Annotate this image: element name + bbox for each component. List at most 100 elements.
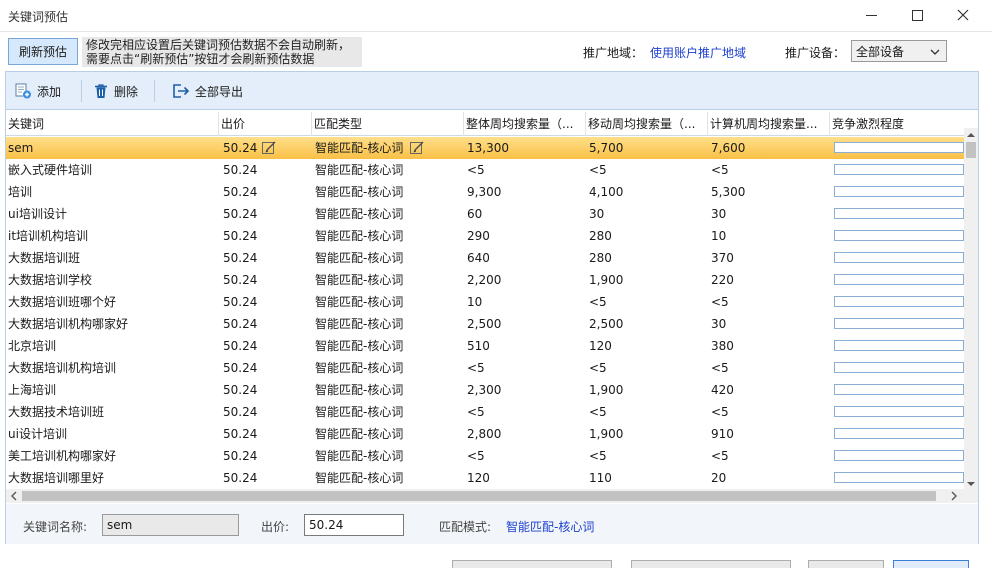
cell-match-type: 智能匹配-核心词	[315, 427, 404, 441]
competition-bar	[834, 208, 964, 219]
bottom-button[interactable]	[452, 560, 612, 568]
cell-mobile-search: 120	[589, 339, 612, 353]
cell-match-type: 智能匹配-核心词	[315, 383, 404, 397]
edit-pencil-icon[interactable]	[409, 140, 425, 156]
table-row[interactable]: 大数据培训班 50.24 智能匹配-核心词 640 280 370	[6, 247, 964, 269]
export-icon	[173, 84, 190, 98]
column-header-bid[interactable]: 出价	[219, 112, 312, 136]
minimize-button[interactable]	[848, 0, 894, 30]
column-header-mobile-search[interactable]: 移动周均搜索量（...	[586, 112, 708, 136]
column-header-match-type[interactable]: 匹配类型	[312, 112, 464, 136]
scroll-left-icon[interactable]	[10, 491, 18, 501]
table-row[interactable]: 大数据培训哪里好 50.24 智能匹配-核心词 120 110 20	[6, 467, 964, 489]
cell-keyword: sem	[8, 141, 34, 155]
cell-match-type: 智能匹配-核心词	[315, 273, 404, 287]
maximize-button[interactable]	[894, 0, 940, 30]
scroll-down-icon[interactable]	[967, 480, 975, 488]
cell-pc-search: <5	[711, 405, 729, 419]
cell-bid: 50.24	[223, 471, 258, 485]
column-header-pc-search[interactable]: 计算机周均搜索量...	[708, 112, 830, 136]
table-row[interactable]: 培训 50.24 智能匹配-核心词 9,300 4,100 5,300	[6, 181, 964, 203]
vertical-scrollbar[interactable]	[964, 128, 978, 489]
cell-bid: 50.24	[223, 207, 258, 221]
cell-mobile-search: <5	[589, 163, 607, 177]
cell-keyword: 大数据培训班	[8, 251, 81, 265]
cell-pc-search: 30	[711, 207, 727, 221]
price-input[interactable]: 50.24	[304, 514, 404, 536]
cell-bid: 50.24	[223, 405, 258, 419]
competition-bar	[834, 406, 964, 417]
table-row[interactable]: 大数据培训班哪个好 50.24 智能匹配-核心词 10 <5 <5	[6, 291, 964, 313]
table-row[interactable]: ui设计培训 50.24 智能匹配-核心词 2,800 1,900 910	[6, 423, 964, 445]
table-row[interactable]: 嵌入式硬件培训 50.24 智能匹配-核心词 <5 <5 <5	[6, 159, 964, 181]
column-header-competition[interactable]: 竞争激烈程度	[830, 112, 964, 136]
cell-bid: 50.24	[223, 449, 258, 463]
bottom-button[interactable]	[893, 560, 969, 568]
table-header: 关键词 出价 匹配类型 整体周均搜索量（... 移动周均搜索量（... 计算机周…	[6, 112, 964, 136]
bottom-button[interactable]	[808, 560, 884, 568]
table-row[interactable]: 大数据技术培训班 50.24 智能匹配-核心词 <5 <5 <5	[6, 401, 964, 423]
column-header-keyword[interactable]: 关键词	[6, 112, 219, 136]
cell-mobile-search: 1,900	[589, 383, 624, 397]
add-button[interactable]: 添加	[14, 72, 61, 110]
cell-pc-search: <5	[711, 449, 729, 463]
region-link[interactable]: 使用账户推广地域	[650, 44, 746, 61]
cell-pc-search: 30	[711, 317, 727, 331]
table-row[interactable]: 大数据培训学校 50.24 智能匹配-核心词 2,200 1,900 220	[6, 269, 964, 291]
device-label: 推广设备：	[785, 46, 846, 60]
table-row[interactable]: 大数据培训机构培训 50.24 智能匹配-核心词 <5 <5 <5	[6, 357, 964, 379]
table-row[interactable]: ui培训设计 50.24 智能匹配-核心词 60 30 30	[6, 203, 964, 225]
bottom-button[interactable]	[631, 560, 791, 568]
cell-keyword: 嵌入式硬件培训	[8, 163, 93, 177]
edit-pencil-icon[interactable]	[261, 140, 277, 156]
table-row[interactable]: 大数据培训机构哪家好 50.24 智能匹配-核心词 2,500 2,500 30	[6, 313, 964, 335]
cell-pc-search: <5	[711, 361, 729, 375]
table-row[interactable]: 北京培训 50.24 智能匹配-核心词 510 120 380	[6, 335, 964, 357]
cell-mobile-search: <5	[589, 449, 607, 463]
cell-total-search: 10	[467, 295, 483, 309]
trash-icon	[95, 84, 107, 98]
delete-button[interactable]: 删除	[93, 72, 138, 110]
cell-match-type: 智能匹配-核心词	[315, 361, 404, 375]
scroll-up-icon[interactable]	[967, 131, 975, 139]
table-row[interactable]: 美工培训机构哪家好 50.24 智能匹配-核心词 <5 <5 <5	[6, 445, 964, 467]
scroll-right-icon[interactable]	[950, 491, 958, 501]
add-label: 添加	[37, 84, 62, 99]
close-button[interactable]	[940, 0, 986, 30]
match-mode-label: 匹配模式:	[439, 520, 492, 534]
match-mode-link[interactable]: 智能匹配-核心词	[506, 518, 594, 535]
column-header-total-search[interactable]: 整体周均搜索量（...	[464, 112, 586, 136]
cell-pc-search: 370	[711, 251, 734, 265]
table-row[interactable]: sem 50.24 智能匹配-核心词 13,300 5,700 7,600	[6, 137, 964, 159]
horizontal-scroll-thumb[interactable]	[22, 491, 936, 501]
cell-mobile-search: 30	[589, 207, 605, 221]
competition-bar	[834, 186, 964, 197]
table-row[interactable]: 上海培训 50.24 智能匹配-核心词 2,300 1,900 420	[6, 379, 964, 401]
cell-mobile-search: 4,100	[589, 185, 624, 199]
device-select[interactable]: 全部设备	[851, 40, 947, 62]
cell-mobile-search: 2,500	[589, 317, 624, 331]
toolbar-divider	[81, 80, 82, 102]
close-icon	[957, 9, 969, 21]
vertical-scroll-thumb[interactable]	[966, 142, 976, 158]
competition-bar	[834, 252, 964, 263]
keyword-detail-form: 关键词名称: sem 出价: 50.24 匹配模式: 智能匹配-核心词	[6, 504, 978, 544]
minimize-icon	[865, 14, 877, 16]
export-all-button[interactable]: 全部导出	[172, 72, 243, 110]
notice-line-2: 需要点击“刷新预估”按钮才会刷新预估数据	[86, 52, 315, 66]
cell-keyword: 大数据培训哪里好	[8, 471, 105, 485]
horizontal-scrollbar[interactable]	[6, 489, 978, 503]
table-row[interactable]: it培训机构培训 50.24 智能匹配-核心词 290 280 10	[6, 225, 964, 247]
scroll-corner	[964, 489, 978, 503]
maximize-icon	[911, 9, 923, 21]
cell-total-search: 120	[467, 471, 490, 485]
competition-bar	[834, 340, 964, 351]
cell-match-type: 智能匹配-核心词	[315, 185, 404, 199]
cell-match-type: 智能匹配-核心词	[315, 339, 404, 353]
cell-pc-search: 7,600	[711, 141, 746, 155]
cell-mobile-search: 1,900	[589, 427, 624, 441]
cell-bid: 50.24	[223, 295, 258, 309]
toolbar-divider	[154, 80, 155, 102]
window-title: 关键词预估	[8, 10, 69, 24]
refresh-estimate-button[interactable]: 刷新预估	[8, 38, 78, 65]
